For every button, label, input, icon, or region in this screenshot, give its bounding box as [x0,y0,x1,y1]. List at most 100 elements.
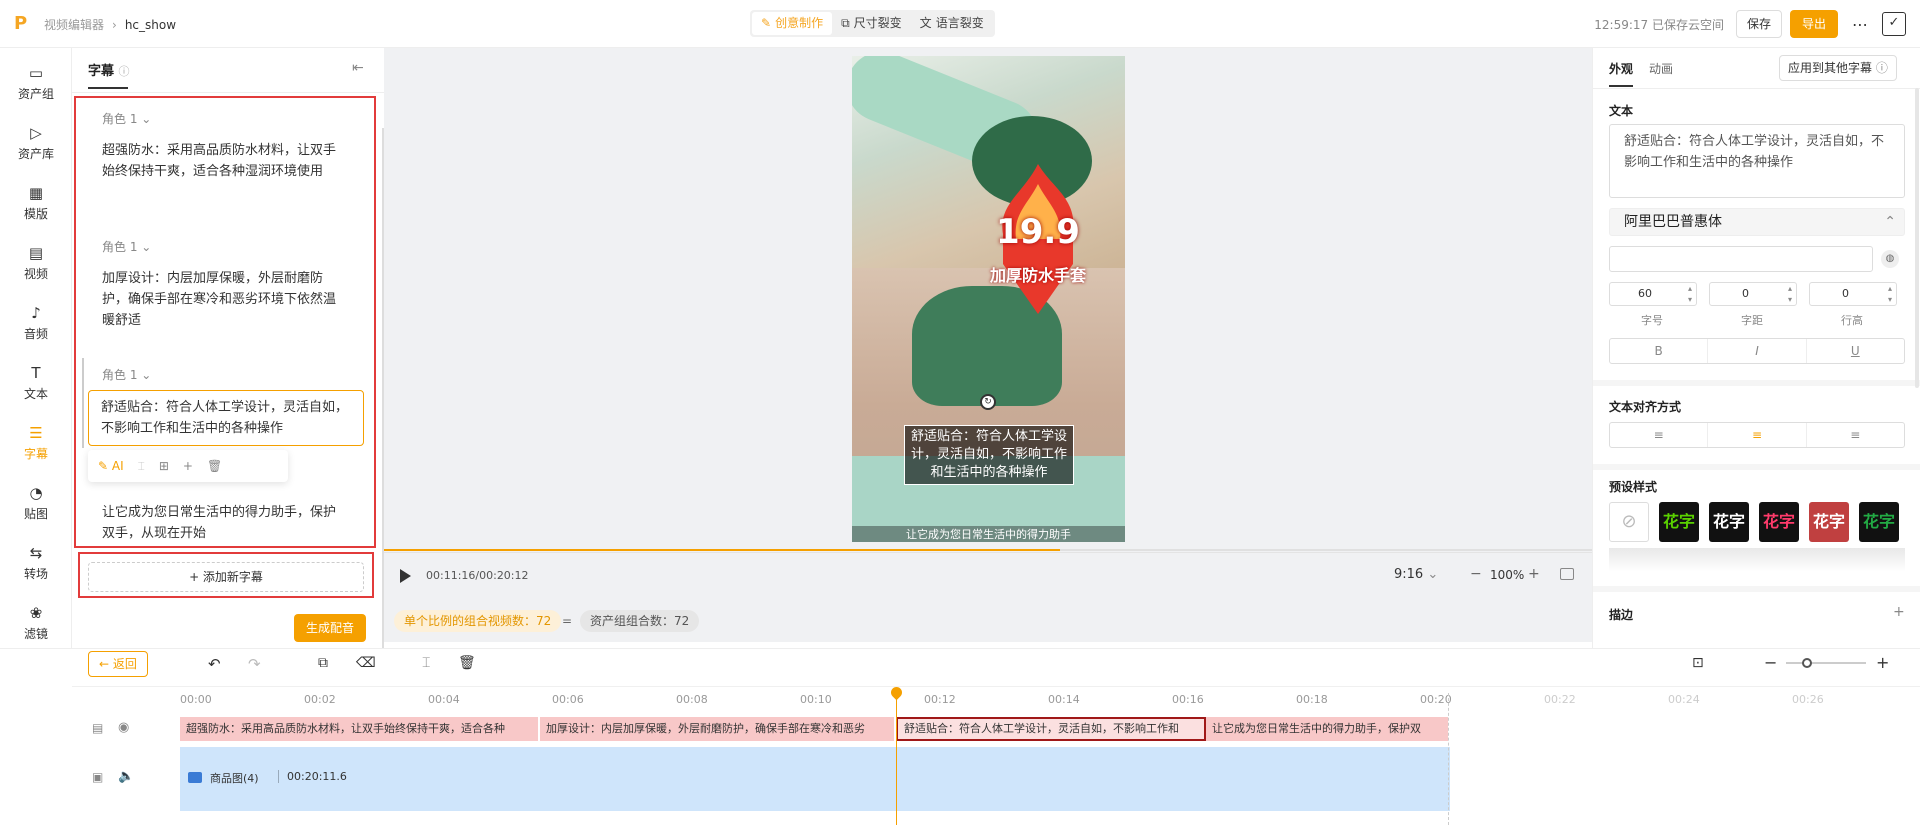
checklist-icon[interactable]: ✓ [1882,12,1906,36]
apply-to-others-button[interactable]: 应用到其他字幕 ⓘ [1779,55,1897,81]
zoom-slider-thumb[interactable] [1802,658,1812,668]
font-family-select[interactable]: 阿里巴巴普惠体 ⌃ [1609,208,1905,236]
rotate-handle-icon[interactable]: ↻ [980,394,996,410]
italic-button[interactable]: I [1708,339,1807,363]
ai-rewrite-button[interactable]: ✎ AI [98,459,124,473]
align-center-icon[interactable]: ≡ [1708,423,1807,447]
add-subtitle-button[interactable]: + 添加新字幕 [88,562,364,592]
redo-icon[interactable]: ↷ [248,655,261,673]
role-select[interactable]: 角色 1 ⌄ [102,238,151,255]
eye-icon[interactable]: ◉ [118,720,129,735]
ratio-select[interactable]: 9:16 ⌄ [1394,567,1438,582]
image-track[interactable]: 商品图(4) 00:20:11.6 [180,747,1450,811]
preset-style-swatch[interactable]: 花字 [1659,502,1699,542]
role-select[interactable]: 角色 1 ⌄ [102,366,151,383]
filter-icon: ❀ [29,604,43,622]
mode-creative[interactable]: ✎ 创意制作 [752,12,833,35]
nav-item-template[interactable]: ▦ 模版 [0,168,72,228]
bold-button[interactable]: B [1610,339,1709,363]
subtitle-track: 超强防水：采用高品质防水材料，让双手始终保持干爽，适合各种 加厚设计：内层加厚保… [180,717,1450,741]
nav-item-transition[interactable]: ⇆ 转场 [0,528,72,588]
ruler-tick-label: 00:00 [180,693,212,706]
split-icon[interactable]: ⌶ [138,459,145,474]
nav-item-media-library[interactable]: ▷ 资产库 [0,108,72,168]
mode-size[interactable]: ⧉ 尺寸裂变 [832,12,911,35]
color-input[interactable] [1609,246,1873,272]
line-height-stepper[interactable]: 0 ▴ ▾ [1809,282,1897,306]
collapse-panel-icon[interactable]: ⇤ [352,60,364,76]
undo-icon[interactable]: ↶ [208,655,221,673]
folder-icon: ▭ [28,64,44,82]
align-buttons: ≡ ≡ ≡ [1609,422,1905,448]
video-canvas[interactable]: 19.9 加厚防水手套 ↻ 舒适贴合：符合人体工学设计，灵活自如，不影响工作和生… [852,56,1125,542]
role-select[interactable]: 角色 1 ⌄ [102,110,151,127]
add-stroke-icon[interactable]: + [1893,604,1905,620]
delete-icon[interactable]: 🗑 [458,655,476,671]
copy-icon[interactable]: ⧉ [318,655,328,671]
chevron-up-icon: ⌃ [1884,214,1896,230]
play-icon[interactable] [400,569,411,583]
text-section-title: 文本 [1609,104,1634,118]
subtitle-clip[interactable]: 加厚设计：内层加厚保暖，外层耐磨防护，确保手部在寒冷和恶劣 [540,717,896,741]
delete-icon[interactable]: 🗑 [207,459,222,473]
preset-style-swatch[interactable]: 花字 [1709,502,1749,542]
letter-spacing-stepper[interactable]: 0 ▴ ▾ [1709,282,1797,306]
sticker-icon: ◔ [29,484,43,502]
nav-item-folder[interactable]: ▭ 资产组 [0,48,72,108]
progress-track[interactable] [384,549,1592,551]
generate-voice-button[interactable]: 生成配音 [294,614,367,642]
save-button[interactable]: 保存 [1735,10,1782,38]
nav-item-text[interactable]: T 文本 [0,348,72,408]
subtitle-text[interactable]: 超强防水：采用高品质防水材料，让双手始终保持干爽，适合各种湿润环境使用 [102,140,346,182]
clear-icon[interactable]: ⌫ [356,655,376,671]
text-content-input[interactable]: 舒适贴合：符合人体工学设计，灵活自如，不影响工作和生活中的各种操作 [1609,124,1905,198]
color-picker-icon[interactable]: ◍ [1881,250,1899,268]
music-icon: ♪ [31,304,41,322]
time-ruler[interactable]: 00:00 00:02 00:04 00:06 00:08 00:10 00:12 00:14… [180,693,1920,713]
preset-none-icon[interactable]: ⊘ [1609,502,1649,542]
fit-timeline-icon[interactable]: ⊡ [1692,655,1704,671]
subtitle-edit-input[interactable]: 舒适贴合：符合人体工学设计，灵活自如，不影响工作和生活中的各种操作 [88,390,364,446]
split-icon[interactable]: ⌶ [422,655,430,671]
subtitle-text[interactable]: 让它成为您日常生活中的得力助手，保护双手，从现在开始 [102,502,346,544]
add-icon[interactable]: + [183,459,193,473]
volume-icon[interactable]: 🔈 [118,769,134,784]
subtitle-clip[interactable]: 超强防水：采用高品质防水材料，让双手始终保持干爽，适合各种 [180,717,540,741]
subtitle-clip[interactable]: 让它成为您日常生活中的得力助手，保护双 [1206,717,1450,741]
tab-underline [88,87,128,89]
scrollbar[interactable] [1915,88,1919,388]
breadcrumb-parent[interactable]: 视频编辑器 [44,16,104,33]
nav-item-filter[interactable]: ❀ 滤镜 [0,588,72,648]
playhead[interactable] [888,684,905,825]
mode-language[interactable]: 文 语言裂变 [911,12,993,35]
back-button[interactable]: ← 返回 [88,651,148,677]
underline-button[interactable]: U [1807,339,1904,363]
caption-box[interactable]: 舒适贴合：符合人体工学设计，灵活自如，不影响工作和生活中的各种操作 [904,425,1074,485]
export-button[interactable]: 导出 [1789,10,1838,38]
nav-item-sticker[interactable]: ◔ 贴图 [0,468,72,528]
font-size-stepper[interactable]: 60 ▴ ▾ [1609,282,1697,306]
tab-animation[interactable]: 动画 [1649,60,1673,77]
zoom-in-icon[interactable]: + [1876,653,1889,672]
preset-style-swatch[interactable]: 花字 [1809,502,1849,542]
preset-style-swatch[interactable]: 花字 [1759,502,1799,542]
help-icon[interactable]: ⓘ [119,65,130,78]
preset-style-swatch[interactable]: 花字 [1859,502,1899,542]
merge-icon[interactable]: ⊞ [159,459,169,473]
tab-appearance[interactable]: 外观 [1609,60,1633,77]
zoom-out-icon[interactable]: − [1764,653,1777,672]
subtitle-text[interactable]: 加厚设计：内层加厚保暖，外层耐磨防护，确保手部在寒冷和恶劣环境下依然温暖舒适 [102,268,346,331]
align-right-icon[interactable]: ≡ [1807,423,1904,447]
nav-item-film[interactable]: ▤ 视频 [0,228,72,288]
align-left-icon[interactable]: ≡ [1610,423,1709,447]
more-icon[interactable]: ⋯ [1846,15,1874,34]
combo-count-badge: 单个比例的组合视频数：72 [394,610,562,632]
chevron-down-icon: ⌄ [141,368,152,382]
zoom-in-icon[interactable]: + [1528,566,1540,582]
zoom-out-icon[interactable]: − [1470,566,1482,582]
image-icon[interactable] [1560,568,1574,580]
nav-item-subtitle[interactable]: ☰ 字幕 [0,408,72,468]
subtitle-clip-selected[interactable]: 舒适贴合：符合人体工学设计，灵活自如，不影响工作和 [896,717,1206,741]
nav-item-music[interactable]: ♪ 音频 [0,288,72,348]
zoom-slider[interactable] [1786,658,1866,668]
